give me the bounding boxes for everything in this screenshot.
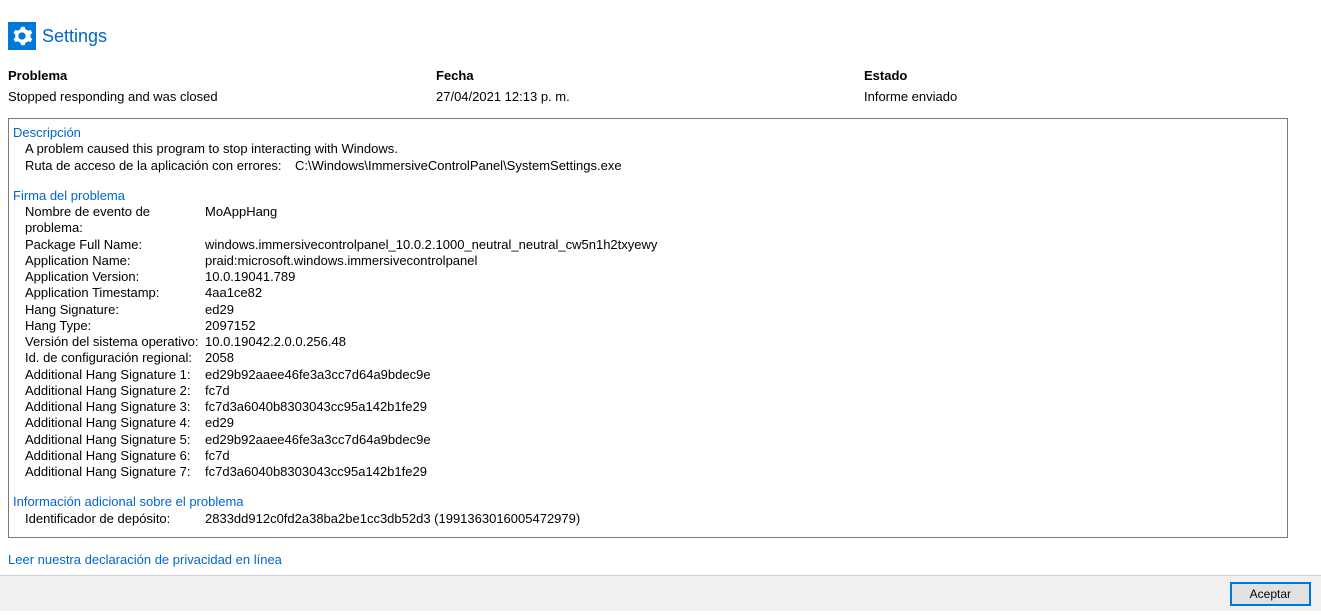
signature-rows: Nombre de evento de problema:MoAppHangPa… <box>25 204 1279 480</box>
footer-bar: Aceptar <box>0 575 1321 611</box>
signature-key: Additional Hang Signature 2: <box>25 383 205 399</box>
signature-value: ed29b92aaee46fe3a3cc7d64a9bdec9e <box>205 367 431 383</box>
problem-label: Problema <box>8 68 436 83</box>
signature-row: Hang Type:2097152 <box>25 318 1279 334</box>
signature-row: Additional Hang Signature 5:ed29b92aaee4… <box>25 432 1279 448</box>
signature-key: Additional Hang Signature 5: <box>25 432 205 448</box>
bucket-id-label: Identificador de depósito: <box>25 511 205 527</box>
description-text: A problem caused this program to stop in… <box>25 141 1279 157</box>
signature-key: Additional Hang Signature 7: <box>25 464 205 480</box>
signature-key: Application Timestamp: <box>25 285 205 301</box>
signature-row: Additional Hang Signature 3:fc7d3a6040b8… <box>25 399 1279 415</box>
extra-info-title: Información adicional sobre el problema <box>13 494 1279 510</box>
signature-row: Application Timestamp:4aa1ce82 <box>25 285 1279 301</box>
signature-value: fc7d <box>205 383 230 399</box>
signature-value: 2097152 <box>205 318 256 334</box>
signature-row: Additional Hang Signature 6:fc7d <box>25 448 1279 464</box>
date-value: 27/04/2021 12:13 p. m. <box>436 89 864 104</box>
signature-key: Versión del sistema operativo: <box>25 334 205 350</box>
privacy-link[interactable]: Leer nuestra declaración de privacidad e… <box>8 552 282 567</box>
signature-value: fc7d3a6040b8303043cc95a142b1fe29 <box>205 399 427 415</box>
signature-row: Additional Hang Signature 2:fc7d <box>25 383 1279 399</box>
signature-key: Application Version: <box>25 269 205 285</box>
signature-key: Additional Hang Signature 6: <box>25 448 205 464</box>
signature-title: Firma del problema <box>13 188 1279 204</box>
signature-key: Additional Hang Signature 3: <box>25 399 205 415</box>
signature-key: Id. de configuración regional: <box>25 350 205 366</box>
app-path-value: C:\Windows\ImmersiveControlPanel\SystemS… <box>295 158 622 174</box>
status-value: Informe enviado <box>864 89 1313 104</box>
signature-row: Additional Hang Signature 7:fc7d3a6040b8… <box>25 464 1279 480</box>
accept-button[interactable]: Aceptar <box>1230 582 1311 606</box>
signature-value: 4aa1ce82 <box>205 285 262 301</box>
app-path-label: Ruta de acceso de la aplicación con erro… <box>25 158 295 174</box>
signature-key: Hang Signature: <box>25 302 205 318</box>
status-label: Estado <box>864 68 1313 83</box>
app-title: Settings <box>42 26 107 47</box>
signature-key: Nombre de evento de problema: <box>25 204 205 237</box>
signature-key: Hang Type: <box>25 318 205 334</box>
signature-key: Additional Hang Signature 4: <box>25 415 205 431</box>
app-path-row: Ruta de acceso de la aplicación con erro… <box>25 158 1279 174</box>
signature-row: Additional Hang Signature 4:ed29 <box>25 415 1279 431</box>
signature-value: 10.0.19042.2.0.0.256.48 <box>205 334 346 350</box>
signature-key: Additional Hang Signature 1: <box>25 367 205 383</box>
signature-value: ed29b92aaee46fe3a3cc7d64a9bdec9e <box>205 432 431 448</box>
signature-value: praid:microsoft.windows.immersivecontrol… <box>205 253 477 269</box>
signature-row: Application Name:praid:microsoft.windows… <box>25 253 1279 269</box>
signature-row: Additional Hang Signature 1:ed29b92aaee4… <box>25 367 1279 383</box>
signature-row: Versión del sistema operativo:10.0.19042… <box>25 334 1279 350</box>
details-box: Descripción A problem caused this progra… <box>8 118 1288 538</box>
signature-row: Application Version:10.0.19041.789 <box>25 269 1279 285</box>
summary-columns: Problema Stopped responding and was clos… <box>8 68 1313 104</box>
signature-row: Package Full Name:windows.immersivecontr… <box>25 237 1279 253</box>
signature-key: Package Full Name: <box>25 237 205 253</box>
signature-value: windows.immersivecontrolpanel_10.0.2.100… <box>205 237 657 253</box>
signature-row: Id. de configuración regional:2058 <box>25 350 1279 366</box>
signature-value: ed29 <box>205 302 234 318</box>
app-header: Settings <box>8 22 1313 50</box>
signature-value: 10.0.19041.789 <box>205 269 295 285</box>
main-scroll-area[interactable]: Settings Problema Stopped responding and… <box>0 0 1321 575</box>
signature-row: Hang Signature:ed29 <box>25 302 1279 318</box>
signature-value: fc7d3a6040b8303043cc95a142b1fe29 <box>205 464 427 480</box>
signature-key: Application Name: <box>25 253 205 269</box>
bucket-id-row: Identificador de depósito: 2833dd912c0fd… <box>25 511 1279 527</box>
date-label: Fecha <box>436 68 864 83</box>
bucket-id-value: 2833dd912c0fd2a38ba2be1cc3db52d3 (199136… <box>205 511 580 527</box>
problem-value: Stopped responding and was closed <box>8 89 436 104</box>
gear-icon <box>8 22 36 50</box>
signature-value: MoAppHang <box>205 204 277 237</box>
signature-value: fc7d <box>205 448 230 464</box>
signature-value: 2058 <box>205 350 234 366</box>
signature-value: ed29 <box>205 415 234 431</box>
description-title: Descripción <box>13 125 1279 141</box>
signature-row: Nombre de evento de problema:MoAppHang <box>25 204 1279 237</box>
